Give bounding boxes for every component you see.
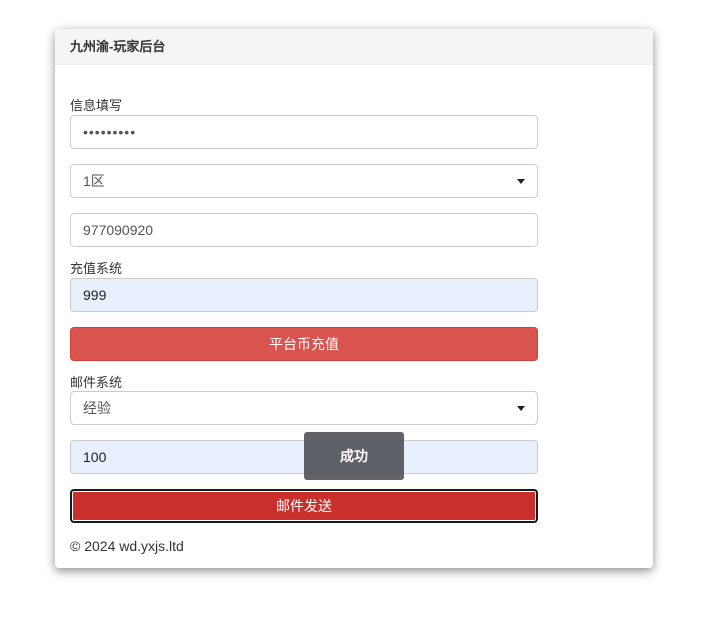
mail-section-label: 邮件系统 [70,375,123,390]
admin-panel: 九州渝-玩家后台 信息填写 ••••••••• 1区 977090920 充值系… [55,29,653,568]
recharge-section-label: 充值系统 [70,261,123,276]
mail-item-select-value: 经验 [83,400,111,416]
panel-title: 九州渝-玩家后台 [55,29,653,65]
password-input[interactable]: ••••••••• [70,115,538,149]
server-select-value: 1区 [83,173,105,189]
send-mail-button[interactable]: 邮件发送 [70,489,538,523]
success-toast: 成功 [304,432,404,480]
copyright-footer: © 2024 wd.yxjs.ltd [70,538,184,554]
mail-item-select[interactable]: 经验 [70,391,538,425]
recharge-button[interactable]: 平台币充值 [70,327,538,361]
chevron-down-icon [517,179,525,184]
server-select[interactable]: 1区 [70,164,538,198]
chevron-down-icon [517,406,525,411]
account-input[interactable]: 977090920 [70,213,538,247]
info-section-label: 信息填写 [70,98,123,113]
recharge-amount-input[interactable]: 999 [70,278,538,312]
